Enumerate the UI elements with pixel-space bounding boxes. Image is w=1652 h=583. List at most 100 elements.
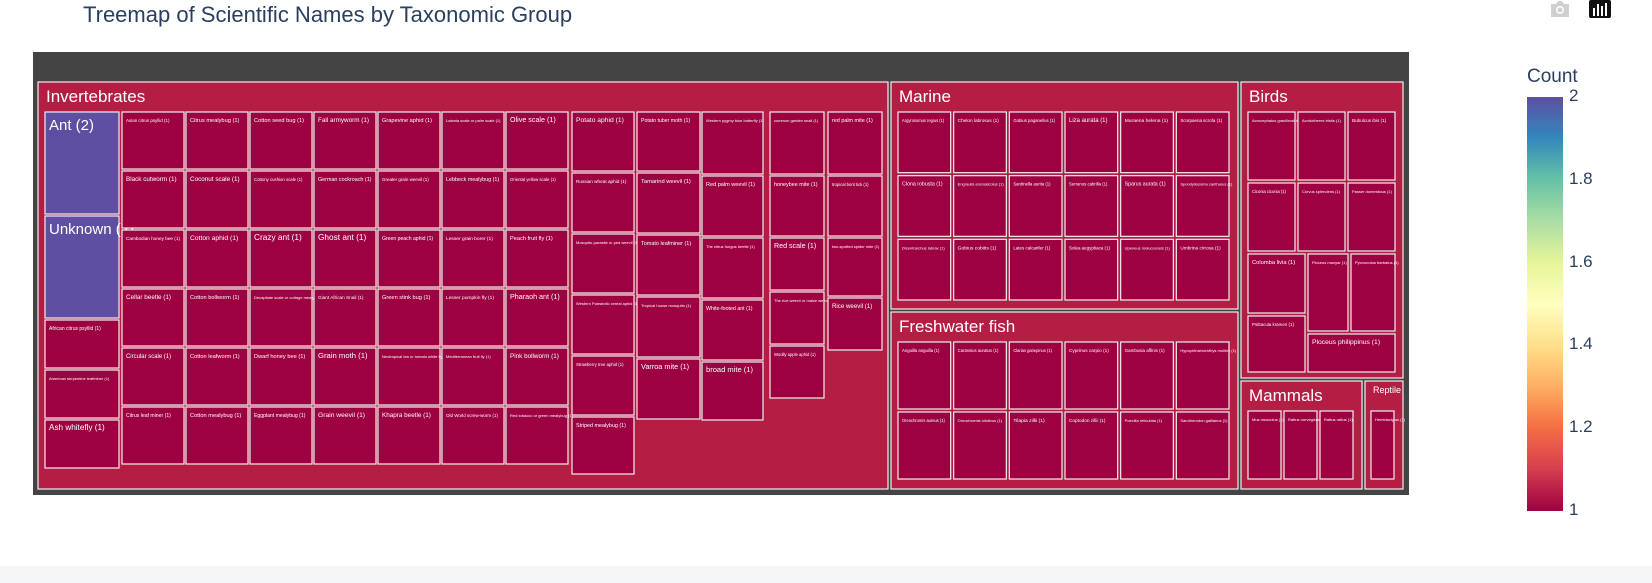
treemap-leaf[interactable]: Cyprinus carpio (1) [1064,341,1119,410]
treemap-leaf[interactable]: Umbrina cirrosa (1) [1175,238,1230,301]
treemap-leaf[interactable]: Chelon labrosus (1) [953,111,1007,174]
treemap-leaf[interactable]: Lates calcarifer (1) [1008,238,1063,301]
treemap-leaf[interactable]: Neotropical tea or tomato white fly (1) [377,347,449,406]
treemap-leaf[interactable]: Khapra beetle (1) [377,406,441,465]
treemap-leaf[interactable]: Fall armyworm (1) [313,111,377,170]
treemap-leaf[interactable]: Cottony cushion scale (1) [249,170,313,229]
treemap-leaf[interactable]: Circular scale (1) [121,347,185,406]
treemap-leaf[interactable]: Dwarf honey bee (1) [249,347,313,406]
treemap-leaf[interactable]: Striped mealybug (1) [571,416,635,475]
treemap-leaf[interactable]: Old World screw-worm (1) [441,406,505,465]
treemap-leaf[interactable]: Coptodon zillii (1) [1064,411,1119,480]
treemap-leaf[interactable]: Dicentrarchus labrax (1) [897,238,952,301]
treemap-leaf[interactable]: Tropical house mosquito (1) [636,296,701,358]
treemap-leaf[interactable]: Green peach aphid (1) [377,229,441,288]
treemap-leaf[interactable]: Ploceus philippinus (1) [1307,333,1396,373]
treemap-leaf[interactable]: Cotton leafworm (1) [185,347,249,406]
treemap-leaf[interactable]: Sarotherodon galilaeus (1) [1175,411,1230,480]
treemap-leaf[interactable]: two-spotted spider mite (1) [827,237,883,297]
treemap-leaf[interactable]: Gobius cobitis (1) [953,238,1007,301]
treemap-leaf[interactable]: Clarias gariepinus (1) [1008,341,1063,410]
treemap-leaf[interactable]: Solea aegyptiaca (1) [1064,238,1119,301]
treemap-leaf[interactable]: Pharaoh ant (1) [505,288,569,347]
treemap-leaf[interactable]: Bubulcus ibis (1) [1347,111,1396,181]
treemap-leaf[interactable]: Ant (2) [44,111,120,215]
treemap-leaf[interactable]: Clona robusta (1) [897,175,952,237]
treemap-leaf[interactable]: Western Palearctic cereal aphid (1) [571,294,639,355]
treemap-leaf[interactable]: Columba livia (1) [1247,253,1306,314]
treemap-leaf[interactable]: African citrus psyllid (1) [44,319,120,369]
treemap-leaf[interactable]: Lesser pumpkin fly (1) [441,288,505,347]
treemap-leaf[interactable]: Western pygmy blue butterfly (1) [701,111,764,175]
treemap-leaf[interactable]: Corvus splendens (1) [1297,182,1346,252]
treemap-leaf[interactable]: Spondyliosoma cantharus (1) [1175,175,1233,237]
treemap-leaf[interactable]: Pycnonotus barbatus (1) [1350,253,1399,332]
treemap-leaf[interactable]: tropical bont tick (1) [827,175,883,237]
treemap-leaf[interactable]: White-footed ant (1) [701,299,764,361]
treemap-leaf[interactable]: Rattus rattus (1) [1319,410,1354,480]
treemap-leaf[interactable]: Sparus aurata (1) [1120,175,1174,237]
treemap-leaf[interactable]: Ghost ant (1) [313,229,377,288]
treemap-leaf[interactable]: Citrus mealybug (1) [185,111,249,170]
treemap-leaf[interactable]: Tilapia zillii (1) [1008,411,1063,480]
treemap-leaf[interactable]: Coconut scale (1) [185,170,249,229]
treemap-leaf[interactable]: broad mite (1) [701,361,764,421]
treemap-leaf[interactable]: Muraena helena (1) [1120,111,1174,174]
treemap-leaf[interactable]: Decapitate scale or cottage mealy (1) [249,288,321,347]
treemap-leaf[interactable]: Upeneus moluccensis (1) [1120,238,1174,301]
treemap-leaf[interactable]: Cellar beetle (1) [121,288,185,347]
treemap-leaf[interactable]: Lesser grain borer (1) [441,229,505,288]
treemap-leaf[interactable]: Red tobacco or green mealybug (1) [505,406,574,465]
treemap-leaf[interactable]: Cotton mealybug (1) [185,406,249,465]
treemap-leaf[interactable]: Anguilla anguilla (1) [897,341,952,410]
treemap-leaf[interactable]: Crazy ant (1) [249,229,313,288]
treemap-leaf[interactable]: red palm mite (1) [827,111,883,175]
treemap-leaf[interactable]: Passer domesticus (1) [1347,182,1396,252]
treemap-leaf[interactable]: Gobius paganellus (1) [1008,111,1063,174]
treemap-leaf[interactable]: Potato aphid (1) [571,111,635,172]
treemap-leaf[interactable]: Green stink bug (1) [377,288,441,347]
treemap-leaf[interactable]: Eggplant mealybug (1) [249,406,313,465]
treemap-leaf[interactable]: American serpentine leafminer (1) [44,369,120,419]
treemap-leaf[interactable]: Grain moth (1) [313,347,377,406]
treemap-leaf[interactable]: Asian citrus psyllid (1) [121,111,185,170]
treemap-leaf[interactable]: Sardinella aurita (1) [1008,175,1063,237]
treemap-leaf[interactable]: Pink bollworm (1) [505,347,569,406]
treemap-leaf[interactable]: Mosquito-parasite or pea weevil (1) [571,233,639,294]
treemap-leaf[interactable]: Ciconia ciconia (1) [1247,182,1296,252]
treemap-leaf[interactable]: Peach fruit fly (1) [505,229,569,288]
treemap-leaf[interactable]: common garden snail (1) [769,111,825,175]
treemap-leaf[interactable]: Tamarind weevil (1) [636,172,701,234]
treemap-leaf[interactable]: Gambusia affinis (1) [1120,341,1174,410]
treemap-leaf[interactable]: Oreochromis niloticus (1) [953,411,1007,480]
treemap-leaf[interactable]: The citrus fungus beetle (1) [701,237,764,299]
treemap-leaf[interactable]: Mus musculus (1) [1247,410,1284,480]
treemap-leaf[interactable]: Serranus cabrilla (1) [1064,175,1119,237]
treemap-leaf[interactable]: Woolly apple aphid (1) [769,345,825,399]
treemap-leaf[interactable]: Varroa mite (1) [636,358,701,420]
treemap-leaf[interactable]: honeybee mite (1) [769,175,825,237]
treemap-leaf[interactable]: Red palm weevil (1) [701,175,764,237]
treemap-leaf[interactable]: Cotton bollworm (1) [185,288,249,347]
treemap-leaf[interactable]: Red scale (1) [769,237,825,291]
treemap-leaf[interactable]: Cotton seed bug (1) [249,111,313,170]
treemap-leaf[interactable]: Olive scale (1) [505,111,569,170]
treemap-leaf[interactable]: Lebbeck mealybug (1) [441,170,505,229]
treemap-leaf[interactable]: Latania scale or palm scale (1) [441,111,505,170]
treemap-leaf[interactable]: Rice weevil (1) [827,297,883,351]
treemap-leaf[interactable]: German cockroach (1) [313,170,377,229]
treemap-leaf[interactable]: Scorpaena scrofa (1) [1175,111,1230,174]
treemap-leaf[interactable]: Acridotheres tristis (1) [1297,111,1346,181]
treemap-leaf[interactable]: Mediterranean fruit fly (1) [441,347,505,406]
treemap-leaf[interactable]: Grain weevil (1) [313,406,377,465]
treemap-leaf[interactable]: Carassius auratus (1) [953,341,1007,410]
treemap-leaf[interactable]: Hypophthalmichthys molitrix (1) [1175,341,1237,410]
treemap-leaf[interactable]: Russian wheat aphid (1) [571,172,635,233]
treemap-leaf[interactable]: Grapevine aphid (1) [377,111,441,170]
treemap-leaf[interactable]: Engraulis encrasicolus (1) [953,175,1007,237]
treemap-leaf[interactable]: Argyrosomus regius (1) [897,111,952,174]
treemap-leaf[interactable]: Oriental yellow scale (1) [505,170,569,229]
treemap-leaf[interactable]: Greater grain weevil (1) [377,170,441,229]
treemap-leaf[interactable]: Giant African Snail (1) [313,288,377,347]
treemap-leaf[interactable]: Ploceus manyar (1) [1307,253,1349,332]
